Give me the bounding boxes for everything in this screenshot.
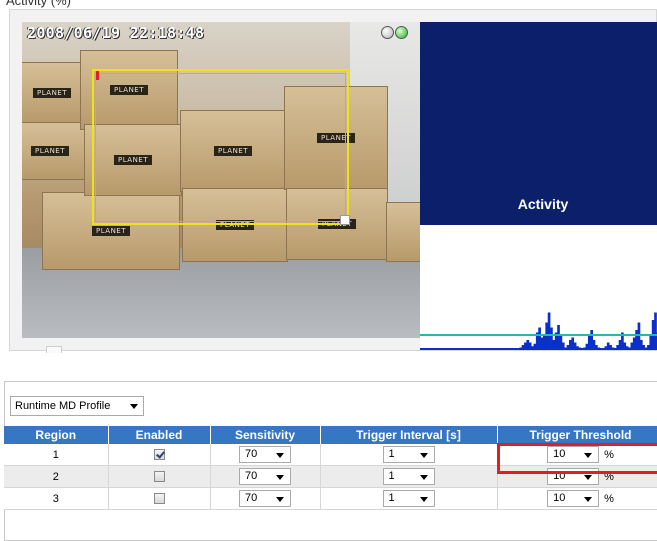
md-profile-select-value: Runtime MD Profile [15,400,110,412]
chevron-down-icon [584,453,592,458]
activity-bar [654,313,657,351]
threshold-cell: 10% [497,444,657,466]
trigger-interval-value: 1 [389,492,395,504]
cardboard-box [386,202,420,262]
activity-bar [538,328,541,351]
activity-bar [548,313,551,351]
table-header-row: Region Enabled Sensitivity Trigger Inter… [4,426,657,444]
activity-bar [635,330,638,350]
activity-bar [638,323,641,351]
sensitivity-cell: 70 [210,488,320,510]
enabled-cell [108,466,210,488]
column-header-region: Region [4,426,108,444]
enabled-checkbox[interactable] [154,449,165,460]
region-number: 2 [4,466,108,488]
chevron-down-icon [420,497,428,502]
threshold-unit: % [604,471,614,483]
chevron-down-icon [276,497,284,502]
status-indicator-icon [381,26,394,39]
sensitivity-value: 70 [245,492,257,504]
sensitivity-select[interactable]: 70 [239,446,291,463]
threshold-cell: 10% [497,466,657,488]
trigger-threshold-value: 10 [553,448,565,460]
table-row: 3 70 1 10% [4,488,657,510]
trigger-threshold-select[interactable]: 10 [547,468,599,485]
enabled-cell [108,488,210,510]
trigger-interval-value: 1 [389,470,395,482]
activity-bars [420,225,657,350]
sensitivity-cell: 70 [210,466,320,488]
cardboard-box: PLANET [22,62,87,124]
chevron-down-icon [420,475,428,480]
video-timestamp: 2008/06/19 22:18:48 [27,24,204,42]
threshold-unit: % [604,449,614,461]
activity-bar [649,335,652,350]
motion-detection-region-inner [95,73,346,222]
trigger-threshold-value: 10 [553,470,565,482]
activity-percent-heading: Activity (%) [6,0,71,8]
region-resize-handle[interactable] [340,215,350,225]
chevron-down-icon [584,497,592,502]
activity-bar [560,335,563,350]
enabled-checkbox[interactable] [154,471,165,482]
enabled-checkbox[interactable] [154,493,165,504]
activity-bar [590,330,593,350]
interval-cell: 1 [320,488,497,510]
table-row: 1 70 1 10% [4,444,657,466]
column-header-enabled: Enabled [108,426,210,444]
activity-bar [545,323,548,351]
sensitivity-cell: 70 [210,444,320,466]
activity-title: Activity [420,195,657,213]
trigger-interval-select[interactable]: 1 [383,490,435,507]
trigger-threshold-select[interactable]: 10 [547,446,599,463]
threshold-cell: 10% [497,488,657,510]
activity-bar [588,335,591,350]
activity-bar [557,325,560,350]
sensitivity-select[interactable]: 70 [239,468,291,485]
camera-viewer-frame: PLANET PLANET PLANET PLANET PLANET PLANE… [9,9,657,351]
region-number: 3 [4,488,108,510]
scroll-indicator [46,346,62,353]
region-marker [96,71,99,80]
trigger-interval-value: 1 [389,448,395,460]
md-region-table: Region Enabled Sensitivity Trigger Inter… [4,426,657,510]
column-header-sensitivity: Sensitivity [210,426,320,444]
table-row: 2 70 1 10% [4,466,657,488]
region-number: 1 [4,444,108,466]
chevron-down-icon [276,475,284,480]
enabled-cell [108,444,210,466]
activity-graph [420,225,657,350]
md-profile-select[interactable]: Runtime MD Profile [10,396,144,416]
column-header-trigger-threshold: Trigger Threshold [497,426,657,444]
threshold-unit: % [604,493,614,505]
chevron-down-icon [420,453,428,458]
chevron-down-icon [276,453,284,458]
trigger-threshold-select[interactable]: 10 [547,490,599,507]
sensitivity-value: 70 [245,470,257,482]
live-video-feed[interactable]: PLANET PLANET PLANET PLANET PLANET PLANE… [22,22,420,338]
chevron-down-icon [584,475,592,480]
activity-bar [543,335,546,350]
recording-indicator-icon [395,26,408,39]
trigger-interval-select[interactable]: 1 [383,446,435,463]
sensitivity-value: 70 [245,448,257,460]
sensitivity-select[interactable]: 70 [239,490,291,507]
box-logo: PLANET [92,226,130,236]
interval-cell: 1 [320,444,497,466]
box-logo: PLANET [31,146,69,156]
chevron-down-icon [130,404,138,409]
trigger-interval-select[interactable]: 1 [383,468,435,485]
trigger-threshold-value: 10 [553,492,565,504]
box-logo: PLANET [33,88,71,98]
activity-panel: Activity [420,22,657,338]
activity-bar [550,328,553,351]
cardboard-box: PLANET [22,122,86,180]
column-header-trigger-interval: Trigger Interval [s] [320,426,497,444]
interval-cell: 1 [320,466,497,488]
